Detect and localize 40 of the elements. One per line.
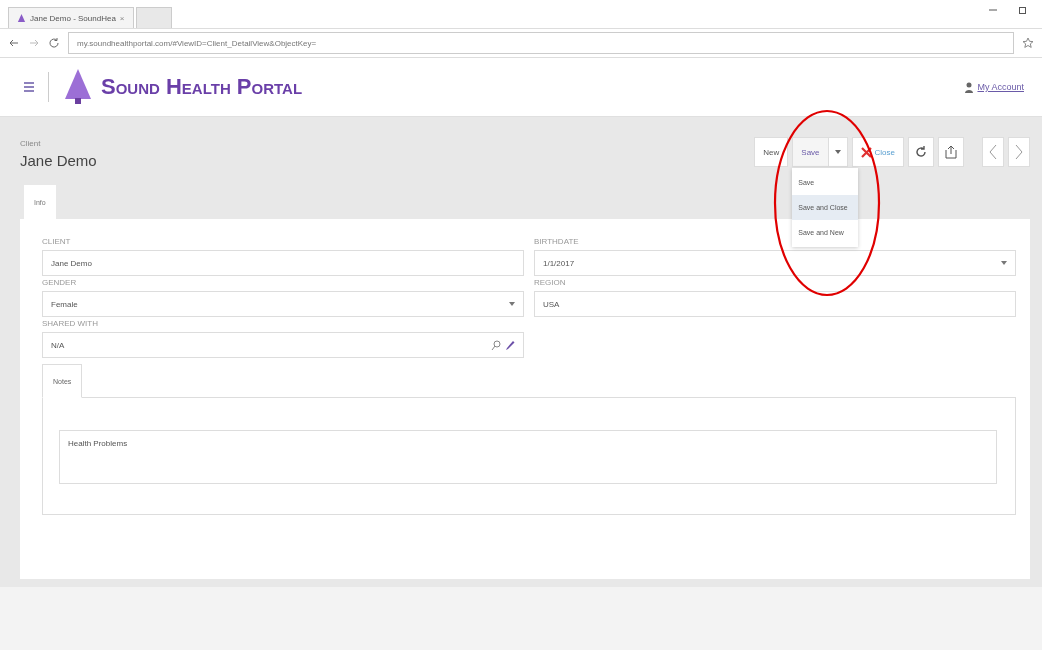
restore-icon[interactable] — [1018, 5, 1028, 15]
input-field[interactable]: USA — [534, 291, 1016, 317]
new-button[interactable]: New — [754, 137, 789, 167]
tree-logo-icon — [63, 69, 93, 105]
pencil-icon[interactable] — [505, 339, 515, 351]
star-icon[interactable] — [1022, 37, 1034, 49]
save-button[interactable]: Save — [792, 137, 829, 167]
field-label: CLIENT — [42, 237, 72, 246]
field-label: GENDER — [42, 278, 78, 287]
field-label: REGION — [534, 278, 567, 287]
account-link[interactable]: My Account — [977, 82, 1024, 92]
export-button[interactable] — [938, 137, 964, 167]
tree-icon — [17, 13, 26, 23]
field-label: BIRTHDATE — [534, 237, 580, 246]
search-icon[interactable] — [491, 339, 501, 351]
menu-icon[interactable] — [24, 81, 34, 93]
refresh-icon — [915, 145, 927, 159]
caret-icon — [509, 302, 515, 306]
input-field[interactable]: Jane Demo — [42, 250, 524, 276]
record-caption: Client — [20, 139, 42, 148]
dropdown-field[interactable]: Female — [42, 291, 524, 317]
chevron-left-icon — [989, 144, 997, 160]
reload-icon[interactable] — [48, 37, 60, 49]
forward-icon[interactable] — [28, 37, 40, 49]
record-title: Jane Demo — [20, 152, 97, 169]
person-icon — [965, 81, 974, 93]
close-icon — [860, 146, 872, 158]
chevron-right-icon — [1015, 144, 1023, 160]
field-label: SHARED WITH — [42, 319, 99, 328]
back-icon[interactable] — [8, 37, 20, 49]
lookup-field[interactable]: N/A — [42, 332, 524, 358]
dropdown-field[interactable]: 1/1/2017 — [534, 250, 1016, 276]
caret-icon — [834, 150, 841, 154]
address-bar[interactable]: my.soundhealthportal.com/#ViewID=Client_DetailView&ObjectKey= — [68, 32, 1014, 54]
brand-name: Sound Health Portal — [101, 74, 303, 100]
export-icon — [945, 145, 957, 159]
notes-field[interactable]: Health Problems — [59, 430, 997, 484]
caret-icon — [1001, 261, 1007, 265]
browser-tab[interactable]: Jane Demo - SoundHea × — [8, 7, 134, 28]
refresh-button[interactable] — [908, 137, 934, 167]
